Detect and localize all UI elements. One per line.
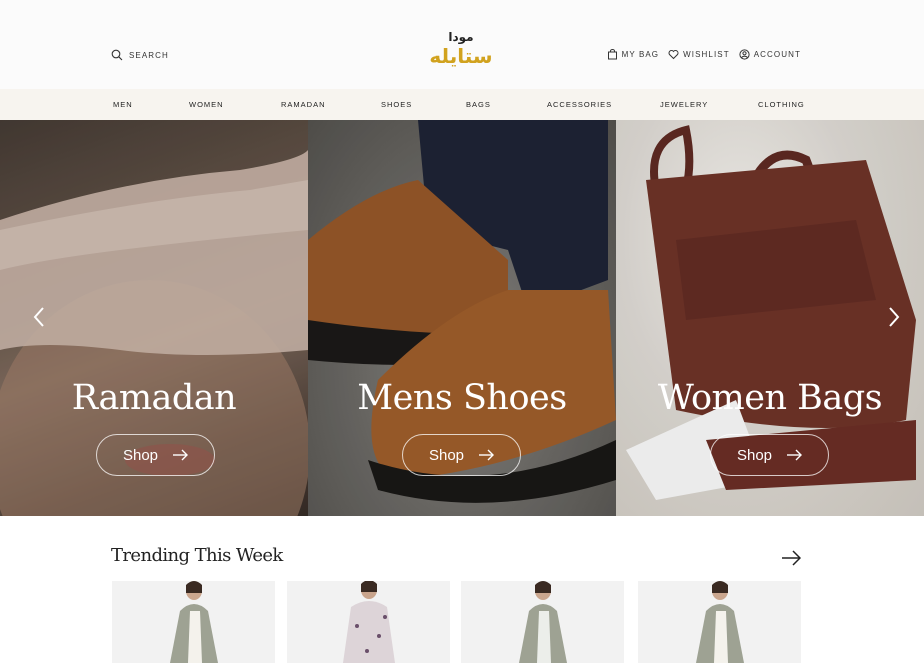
nav-item-shoes[interactable]: SHOES [381,89,412,120]
my-bag-label: MY BAG [621,50,660,59]
header-actions: MY BAG WISHLIST ACCOUNT [607,49,801,60]
wishlist-button[interactable]: WISHLIST [668,49,730,60]
product-card[interactable] [112,581,275,663]
shop-mens-shoes-button[interactable]: Shop [402,434,521,476]
site-header: SEARCH مودا ستايله MY BAG WISHLIST ACCOU… [0,0,924,89]
hero-panel-ramadan[interactable]: Ramadan Shop [0,120,308,516]
product-image [696,581,744,663]
hero-title-mens-shoes: Mens Shoes [357,378,567,418]
hero-panel-women-bags[interactable]: Women Bags Shop [616,120,924,516]
hero-title-women-bags: Women Bags [657,378,883,418]
trending-title: Trending This Week [111,545,283,566]
user-icon [739,49,750,60]
shop-ramadan-label: Shop [122,446,159,464]
nav-item-accessories[interactable]: ACCESSORIES [547,89,612,120]
bag-icon [607,49,617,60]
category-nav: MEN WOMEN RAMADAN SHOES BAGS ACCESSORIES… [0,89,924,120]
slider-next-icon[interactable] [886,305,902,329]
shop-women-bags-button[interactable]: Shop [710,434,829,476]
arrow-right-icon [787,449,803,461]
hero-panel-mens-shoes[interactable]: Mens Shoes Shop [308,120,616,516]
shop-ramadan-button[interactable]: Shop [96,434,215,476]
my-bag-button[interactable]: MY BAG [607,49,660,60]
hero-title-ramadan: Ramadan [71,378,237,418]
product-card[interactable] [287,581,450,663]
nav-item-women[interactable]: WOMEN [189,89,224,120]
nav-item-clothing[interactable]: CLOTHING [758,89,805,120]
site-logo[interactable]: مودا ستايله [425,30,497,74]
trending-next-icon[interactable] [781,550,801,566]
nav-item-jewelery[interactable]: JEWELERY [660,89,708,120]
arrow-right-icon [479,449,495,461]
shop-mens-shoes-label: Shop [428,446,465,464]
wishlist-label: WISHLIST [683,50,730,59]
account-label: ACCOUNT [753,50,801,59]
logo-main-text: ستايله [429,44,493,68]
product-card[interactable] [638,581,801,663]
product-card[interactable] [461,581,624,663]
account-button[interactable]: ACCOUNT [739,49,801,60]
hero-slider: Ramadan Shop Mens Shoes Shop Women Bags … [0,120,924,516]
nav-item-men[interactable]: MEN [113,89,133,120]
product-image [343,581,395,663]
nav-item-bags[interactable]: BAGS [466,89,491,120]
logo-top-text: مودا [448,30,474,44]
arrow-right-icon [173,449,189,461]
search-icon [111,49,123,61]
heart-icon [668,50,679,60]
search-label: SEARCH [129,50,169,60]
product-image [170,581,218,663]
shop-women-bags-label: Shop [736,446,773,464]
product-image [519,581,567,663]
nav-item-ramadan[interactable]: RAMADAN [281,89,326,120]
search-button[interactable]: SEARCH [111,49,169,61]
slider-prev-icon[interactable] [31,305,47,329]
